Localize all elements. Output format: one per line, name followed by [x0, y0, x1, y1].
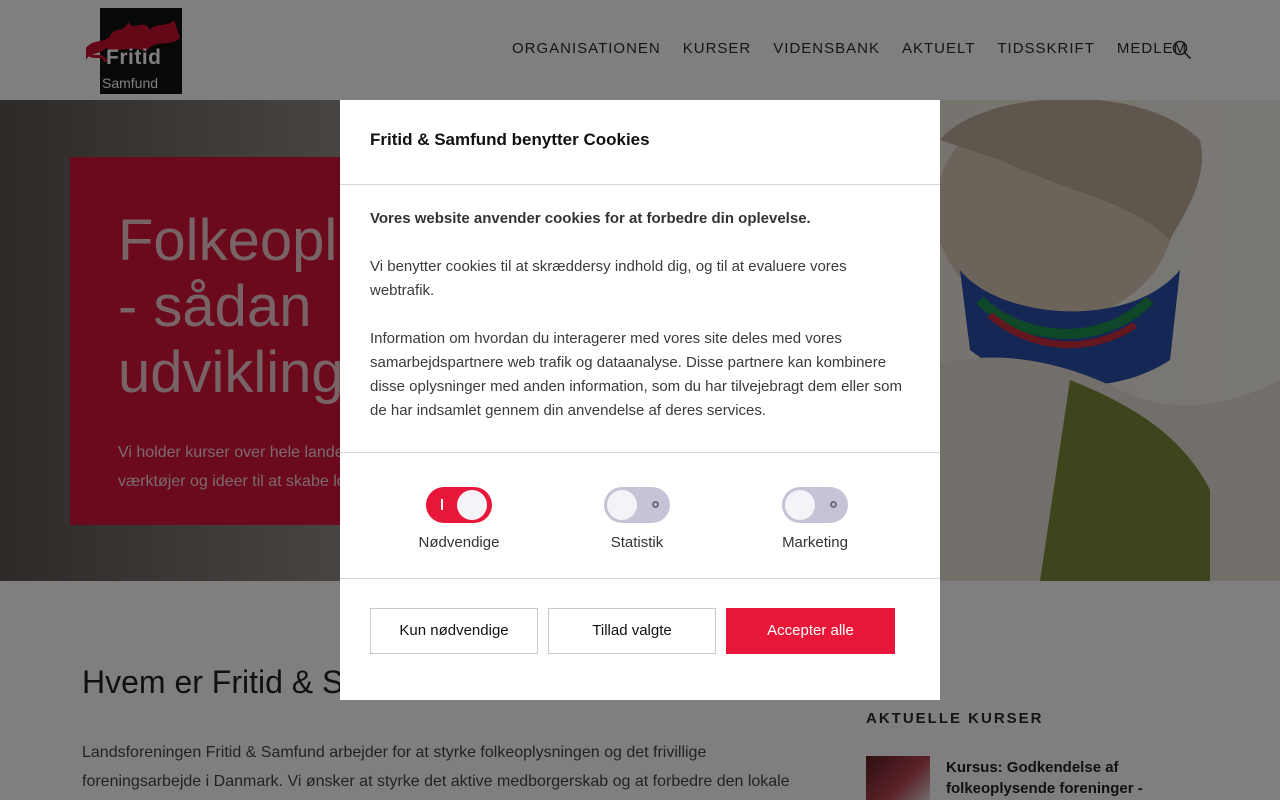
allow-selected-button[interactable]: Tillad valgte [548, 608, 716, 654]
cookie-dialog-title: Fritid & Samfund benytter Cookies [370, 130, 650, 149]
toggle-knob [785, 490, 815, 520]
toggle-group-marketing: Marketing [755, 487, 875, 551]
toggle-label-statistics: Statistik [610, 534, 664, 551]
statistics-toggle[interactable] [604, 487, 670, 523]
toggle-label-necessary: Nødvendige [418, 534, 500, 551]
toggle-knob [607, 490, 637, 520]
necessary-toggle[interactable] [426, 487, 492, 523]
cookie-dialog-body: Vores website anvender cookies for at fo… [340, 185, 940, 453]
toggle-group-statistics: Statistik [577, 487, 697, 551]
necessary-only-button[interactable]: Kun nødvendige [370, 608, 538, 654]
toggle-off-icon [830, 501, 837, 508]
cookie-dialog-actions: Kun nødvendige Tillad valgte Accepter al… [340, 579, 940, 699]
cookie-consent-dialog: Fritid & Samfund benytter Cookies Vores … [340, 100, 940, 700]
toggle-label-marketing: Marketing [782, 534, 848, 551]
toggle-group-necessary: Nødvendige [399, 487, 519, 551]
accept-all-button[interactable]: Accepter alle [726, 608, 895, 654]
toggle-off-icon [652, 501, 659, 508]
cookie-dialog-header: Fritid & Samfund benytter Cookies [340, 100, 940, 185]
marketing-toggle[interactable] [782, 487, 848, 523]
cookie-toggle-row: Nødvendige Statistik Marketing [340, 453, 940, 579]
cookie-paragraph-2: Information om hvordan du interagerer me… [370, 330, 902, 419]
toggle-on-icon [441, 499, 443, 510]
cookie-paragraph-1: Vi benytter cookies til at skræddersy in… [370, 258, 847, 299]
cookie-lead-text: Vores website anvender cookies for at fo… [370, 210, 811, 227]
toggle-knob [457, 490, 487, 520]
